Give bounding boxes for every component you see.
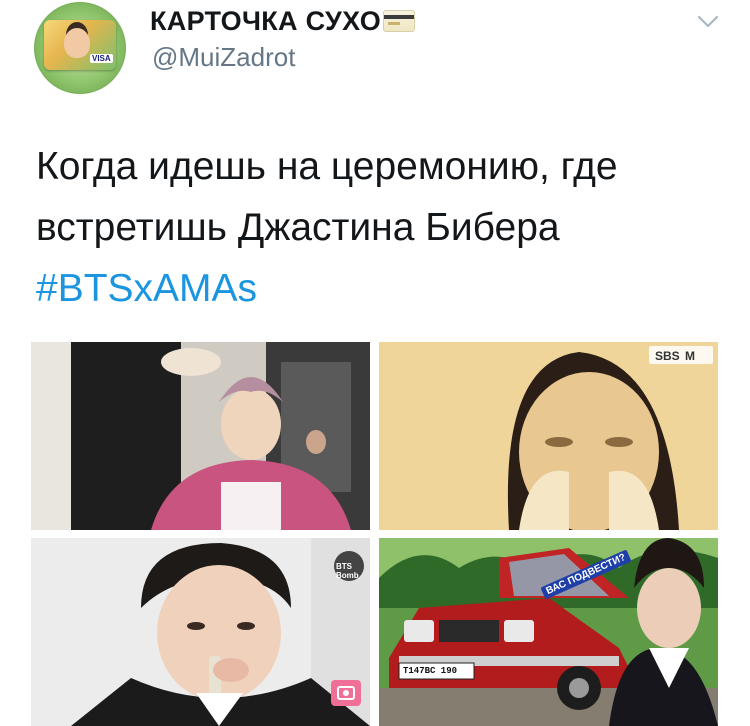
avatar[interactable]: VISA (34, 2, 126, 94)
photo-2-illustration: SBS M (379, 342, 718, 530)
photo-4-plate: Т147ВС 190 (403, 666, 458, 676)
media-grid: SBS M BTS Bomb ВАС ПОДВЕСТИ? Т147ВС 190 (31, 342, 718, 726)
photo-3-watermark: BTS Bomb (336, 562, 359, 580)
chevron-down-icon (697, 15, 719, 28)
svg-text:M: M (685, 349, 695, 363)
photo-4[interactable]: ВАС ПОДВЕСТИ? Т147ВС 190 (379, 538, 718, 726)
avatar-face-graphic (64, 28, 90, 58)
user-handle[interactable]: @MuiZadrot (152, 42, 295, 73)
tweet: VISA КАРТОЧКА СУХО @MuiZadrot Когда идеш… (0, 0, 750, 726)
photo-3[interactable]: BTS Bomb (31, 538, 370, 726)
tweet-text: Когда идешь на церемонию, где встретишь … (36, 136, 716, 319)
display-name-text: КАРТОЧКА СУХО (150, 6, 382, 36)
photo-4-illustration (379, 538, 718, 726)
photo-3-illustration (31, 538, 370, 726)
avatar-visa-badge: VISA (90, 54, 113, 63)
credit-card-icon (383, 9, 416, 32)
tweet-text-line-2: встретишь Джастина Бибера (36, 206, 560, 249)
photo-1-illustration (31, 342, 370, 530)
photo-1[interactable] (31, 342, 370, 530)
svg-text:SBS: SBS (655, 349, 680, 363)
hashtag-link[interactable]: #BTSxAMAs (36, 258, 716, 319)
display-name[interactable]: КАРТОЧКА СУХО (150, 6, 416, 37)
tweet-menu-button[interactable] (694, 10, 722, 34)
tweet-text-line-1: Когда идешь на церемонию, где (36, 145, 618, 188)
photo-2[interactable]: SBS M (379, 342, 718, 530)
